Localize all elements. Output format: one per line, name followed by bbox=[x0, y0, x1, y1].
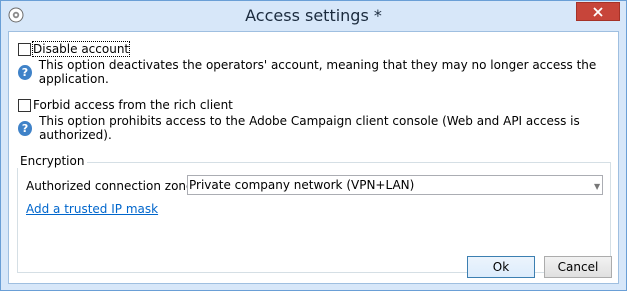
connection-zone-select[interactable]: Private company network (VPN+LAN) ▼ bbox=[187, 175, 603, 195]
close-icon bbox=[593, 6, 603, 17]
dialog-content: Disable account ? This option deactivate… bbox=[8, 31, 619, 284]
add-trusted-ip-mask-link[interactable]: Add a trusted IP mask bbox=[26, 202, 158, 216]
forbid-rich-client-help: ? This option prohibits access to the Ad… bbox=[18, 114, 618, 142]
cancel-button[interactable]: Cancel bbox=[544, 256, 612, 278]
ok-button[interactable]: Ok bbox=[467, 256, 535, 278]
help-icon: ? bbox=[18, 120, 33, 136]
forbid-rich-client-label[interactable]: Forbid access from the rich client bbox=[33, 98, 233, 112]
forbid-rich-client-row[interactable]: Forbid access from the rich client bbox=[18, 97, 233, 113]
connection-zone-value: Private company network (VPN+LAN) bbox=[189, 178, 415, 192]
cancel-button-label: Cancel bbox=[557, 260, 599, 274]
disable-account-help-text: This option deactivates the operators' a… bbox=[38, 58, 597, 86]
dropdown-arrow-icon[interactable]: ▼ bbox=[594, 182, 600, 191]
disable-account-row[interactable]: Disable account bbox=[18, 41, 131, 57]
title-bar: Access settings * bbox=[1, 1, 626, 31]
encryption-legend: Encryption bbox=[17, 154, 88, 168]
access-settings-dialog: Access settings * Disable account ? This… bbox=[0, 0, 627, 291]
forbid-rich-client-checkbox[interactable] bbox=[18, 98, 31, 112]
ok-button-label: Ok bbox=[492, 260, 510, 274]
disable-account-checkbox[interactable] bbox=[18, 42, 31, 56]
forbid-rich-client-help-text: This option prohibits access to the Adob… bbox=[39, 114, 580, 142]
connection-zone-label: Authorized connection zone: bbox=[26, 179, 198, 193]
help-icon: ? bbox=[18, 64, 32, 80]
disable-account-label[interactable]: Disable account bbox=[31, 41, 131, 57]
close-button[interactable] bbox=[576, 2, 620, 21]
window-title: Access settings * bbox=[245, 6, 382, 25]
disable-account-help: ? This option deactivates the operators'… bbox=[18, 58, 618, 86]
